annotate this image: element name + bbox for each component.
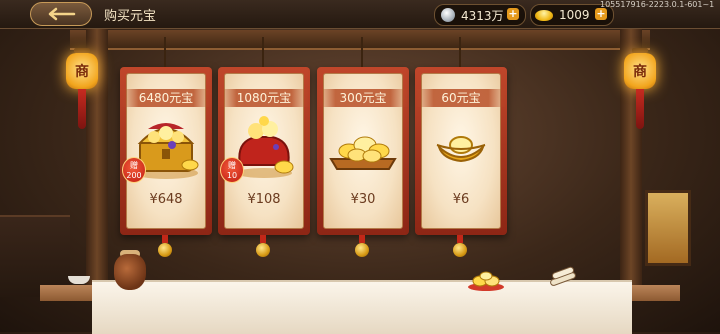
add-gold-button[interactable]: + — [595, 8, 607, 20]
left-lantern: 商 — [66, 48, 98, 129]
ceiling-beam — [70, 30, 650, 50]
lantern-label: 商 — [624, 53, 656, 89]
package-price: ¥648 — [149, 192, 183, 207]
hanging-string — [361, 37, 363, 67]
gold-ingot-icon — [535, 9, 553, 21]
package-title: 300元宝 — [317, 89, 409, 107]
counter-table — [92, 280, 632, 334]
package-price: ¥30 — [350, 192, 376, 207]
hanging-string — [459, 37, 461, 67]
wine-jar — [114, 254, 146, 290]
lantern-tassel — [636, 89, 644, 129]
package-card-300[interactable]: 300元宝 ¥30 — [317, 37, 409, 257]
lantern-label: 商 — [66, 53, 98, 89]
scrolls-icon — [550, 266, 576, 286]
bell-icon — [256, 243, 270, 257]
bonus-badge: 赠 10 — [220, 157, 244, 183]
back-arrow-icon — [48, 7, 76, 21]
bell-icon — [355, 243, 369, 257]
package-card-60[interactable]: 60元宝 ¥6 — [415, 37, 507, 257]
add-silver-button[interactable]: + — [507, 8, 519, 20]
gold-tray-icon — [317, 113, 409, 183]
hanging-string — [164, 37, 166, 67]
package-card-1080[interactable]: 1080元宝 赠 10 ¥108 — [218, 37, 310, 257]
package-card-6480[interactable]: 6480元宝 赠 200 ¥648 — [120, 37, 212, 257]
gold-amount: 1009 — [559, 8, 590, 22]
silver-currency: 4313万 + — [434, 4, 526, 26]
silver-coin-icon — [441, 8, 455, 22]
package-title: 1080元宝 — [218, 89, 310, 107]
bell-icon — [158, 243, 172, 257]
hanging-string — [262, 37, 264, 67]
glowing-window — [645, 190, 691, 266]
bell-icon — [453, 243, 467, 257]
package-title: 60元宝 — [415, 89, 507, 107]
gold-ingot-icon — [415, 113, 507, 183]
gold-plate-icon — [468, 271, 504, 291]
lantern-tassel — [78, 89, 86, 129]
package-price: ¥108 — [247, 192, 281, 207]
right-lantern: 商 — [624, 48, 656, 129]
build-id: 105517916-2223.0.1-601~1 — [600, 0, 715, 9]
top-bar: 购买元宝 4313万 + 1009 + 105517916-2223.0.1-6… — [0, 0, 720, 29]
package-title: 6480元宝 — [120, 89, 212, 107]
back-button[interactable] — [30, 2, 92, 26]
package-price: ¥6 — [452, 192, 470, 207]
page-title: 购买元宝 — [104, 9, 157, 24]
bonus-badge: 赠 200 — [122, 157, 146, 183]
silver-amount: 4313万 — [461, 8, 504, 23]
